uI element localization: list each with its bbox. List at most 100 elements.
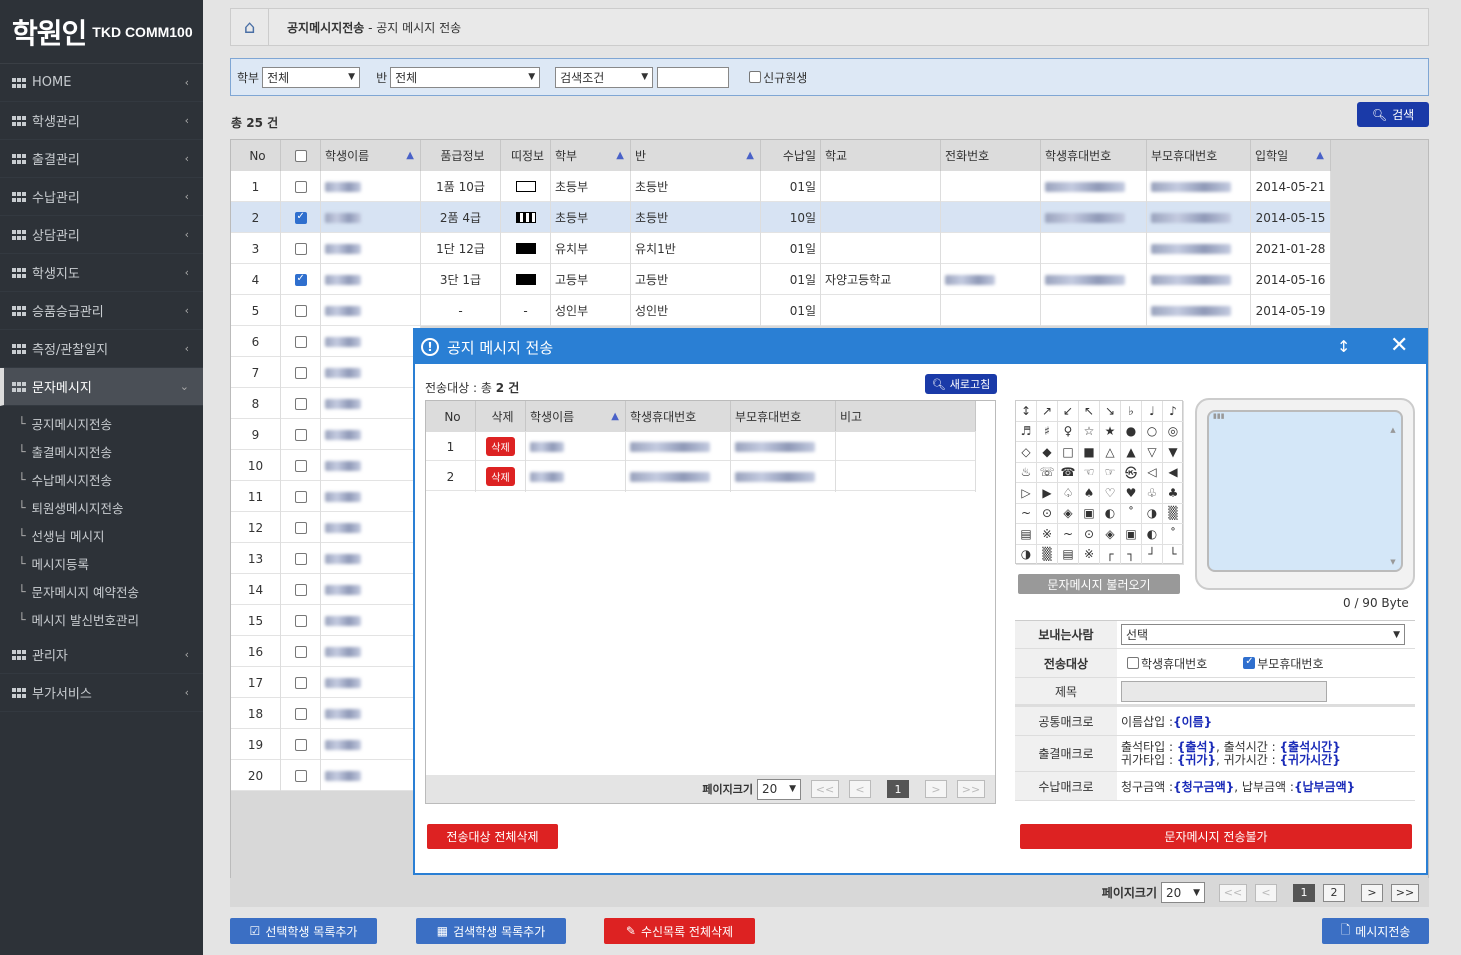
symbol-button[interactable]: ○: [1142, 421, 1163, 442]
sidebar-item[interactable]: 출결관리 ‹: [0, 140, 203, 178]
sidebar-sub-item[interactable]: └ 문자메시지 예약전송: [0, 577, 203, 605]
dept-select[interactable]: 전체 ▼: [262, 66, 361, 88]
send-message-button[interactable]: 🗋 메시지전송: [1322, 918, 1429, 944]
preview-scrollbar[interactable]: ▲ ▼: [1389, 426, 1397, 566]
symbol-button[interactable]: ˚: [1121, 503, 1142, 524]
add-search-button[interactable]: ▦ 검색학생 목록추가: [416, 918, 566, 944]
search-input[interactable]: [657, 66, 730, 88]
symbol-button[interactable]: ▣: [1079, 503, 1100, 524]
row-checkbox[interactable]: [294, 490, 307, 503]
row-checkbox[interactable]: [294, 366, 307, 379]
symbol-button[interactable]: ♨: [1016, 462, 1037, 483]
sidebar-sub-item[interactable]: └ 메시지등록: [0, 549, 203, 577]
symbol-button[interactable]: ⊙: [1037, 503, 1058, 524]
symbol-button[interactable]: ┐: [1121, 544, 1142, 565]
symbol-button[interactable]: ▶: [1037, 483, 1058, 504]
sidebar-sub-item[interactable]: └ 메시지 발신번호관리: [0, 605, 203, 633]
sidebar-item[interactable]: 측정/관찰일지 ‹: [0, 330, 203, 368]
sidebar-item[interactable]: 문자메시지 ⌄: [0, 368, 203, 406]
table-row[interactable]: 2 2품 4급 초등부 초등반 10일 2014-05-15: [231, 202, 1331, 233]
symbol-button[interactable]: ˚: [1163, 524, 1184, 545]
load-message-button[interactable]: 문자메시지 불러오기: [1018, 574, 1180, 594]
row-checkbox[interactable]: [294, 180, 307, 193]
symbol-button[interactable]: ◐: [1100, 503, 1121, 524]
parent-phone-checkbox[interactable]: [1243, 656, 1256, 669]
symbol-button[interactable]: ※: [1037, 524, 1058, 545]
sidebar-item[interactable]: 학생지도 ‹: [0, 254, 203, 292]
delete-button[interactable]: 삭제: [486, 467, 515, 486]
sidebar-sub-item[interactable]: └ 선생님 메시지: [0, 521, 203, 549]
symbol-button[interactable]: ☎: [1058, 462, 1079, 483]
table-row[interactable]: 3 1단 12급 유치부 유치1반 01일 2021-01-28: [231, 233, 1331, 264]
sidebar-item[interactable]: 상담관리 ‹: [0, 216, 203, 254]
row-checkbox[interactable]: [294, 242, 307, 255]
page-1-button[interactable]: 1: [1293, 883, 1315, 902]
prev-page-button[interactable]: <: [849, 780, 871, 798]
symbol-button[interactable]: ♡: [1100, 483, 1121, 504]
symbol-button[interactable]: ♀: [1058, 421, 1079, 442]
row-checkbox[interactable]: [294, 552, 307, 565]
first-page-button[interactable]: <<: [1219, 883, 1247, 902]
sidebar-item[interactable]: 수납관리 ‹: [0, 178, 203, 216]
col-date[interactable]: 입학일 ▲: [1251, 140, 1331, 171]
sidebar-item[interactable]: HOME ‹: [0, 64, 203, 102]
sidebar-sub-item[interactable]: └ 퇴원생메시지전송: [0, 493, 203, 521]
symbol-button[interactable]: ☆: [1079, 421, 1100, 442]
sidebar-sub-item[interactable]: └ 공지메시지전송: [0, 409, 203, 437]
symbol-button[interactable]: ★: [1100, 421, 1121, 442]
row-checkbox[interactable]: [294, 614, 307, 627]
table-row[interactable]: 4 3단 1급 고등부 고등반 01일 자양고등학교 2014-05-16: [231, 264, 1331, 295]
class-select[interactable]: 전체 ▼: [390, 66, 541, 88]
subject-input[interactable]: [1121, 680, 1327, 702]
target-row[interactable]: 2 삭제: [426, 461, 976, 492]
macro-attend-time[interactable]: {출석시간}: [1279, 740, 1340, 754]
symbol-button[interactable]: ♩: [1142, 401, 1163, 422]
first-page-button[interactable]: <<: [811, 780, 839, 798]
symbol-button[interactable]: ◁: [1142, 462, 1163, 483]
symbol-button[interactable]: ▤: [1058, 544, 1079, 565]
row-checkbox[interactable]: [294, 273, 307, 286]
symbol-button[interactable]: └: [1163, 544, 1184, 565]
macro-paid[interactable]: {납부금액}: [1294, 778, 1355, 795]
symbol-button[interactable]: ㉿: [1121, 462, 1142, 483]
select-all-checkbox[interactable]: [294, 149, 307, 162]
symbol-button[interactable]: ▼: [1163, 442, 1184, 463]
page-size-select[interactable]: 20 ▼: [757, 778, 801, 800]
last-page-button[interactable]: >>: [1391, 883, 1419, 902]
search-button[interactable]: 🔍︎ 검색: [1357, 102, 1429, 127]
symbol-button[interactable]: ◈: [1058, 503, 1079, 524]
sidebar-sub-item[interactable]: └ 수납메시지전송: [0, 465, 203, 493]
row-checkbox[interactable]: [294, 211, 307, 224]
col-name[interactable]: 학생이름 ▲: [321, 140, 421, 171]
symbol-button[interactable]: ↗: [1037, 401, 1058, 422]
row-checkbox[interactable]: [294, 397, 307, 410]
symbol-button[interactable]: ┘: [1142, 544, 1163, 565]
table-row[interactable]: 5 - - 성인부 성인반 01일 2014-05-19: [231, 295, 1331, 326]
page-size-select[interactable]: 20 ▼: [1161, 882, 1205, 903]
macro-name[interactable]: {이름}: [1173, 713, 1212, 730]
symbol-button[interactable]: ♣: [1163, 483, 1184, 504]
home-icon[interactable]: ⌂: [231, 9, 269, 45]
sidebar-item[interactable]: 학생관리 ‹: [0, 102, 203, 140]
symbol-button[interactable]: ♭: [1121, 401, 1142, 422]
row-checkbox[interactable]: [294, 459, 307, 472]
col-dept[interactable]: 학부 ▲: [551, 140, 631, 171]
symbol-button[interactable]: ☞: [1100, 462, 1121, 483]
symbol-button[interactable]: ♥: [1121, 483, 1142, 504]
symbol-button[interactable]: ◑: [1016, 544, 1037, 565]
table-row[interactable]: 1 1품 10급 초등부 초등반 01일 2014-05-21: [231, 171, 1331, 202]
symbol-button[interactable]: ▲: [1121, 442, 1142, 463]
sidebar-sub-item[interactable]: └ 출결메시지전송: [0, 437, 203, 465]
symbol-button[interactable]: ※: [1079, 544, 1100, 565]
next-page-button[interactable]: >: [925, 780, 947, 798]
symbol-button[interactable]: ◇: [1016, 442, 1037, 463]
row-checkbox[interactable]: [294, 645, 307, 658]
symbol-button[interactable]: ~: [1016, 503, 1037, 524]
row-checkbox[interactable]: [294, 769, 307, 782]
symbol-button[interactable]: ▽: [1142, 442, 1163, 463]
symbol-button[interactable]: ~: [1058, 524, 1079, 545]
student-phone-checkbox[interactable]: [1127, 657, 1139, 669]
symbol-button[interactable]: ■: [1079, 442, 1100, 463]
prev-page-button[interactable]: <: [1255, 883, 1277, 902]
page-2-button[interactable]: 2: [1323, 883, 1345, 902]
